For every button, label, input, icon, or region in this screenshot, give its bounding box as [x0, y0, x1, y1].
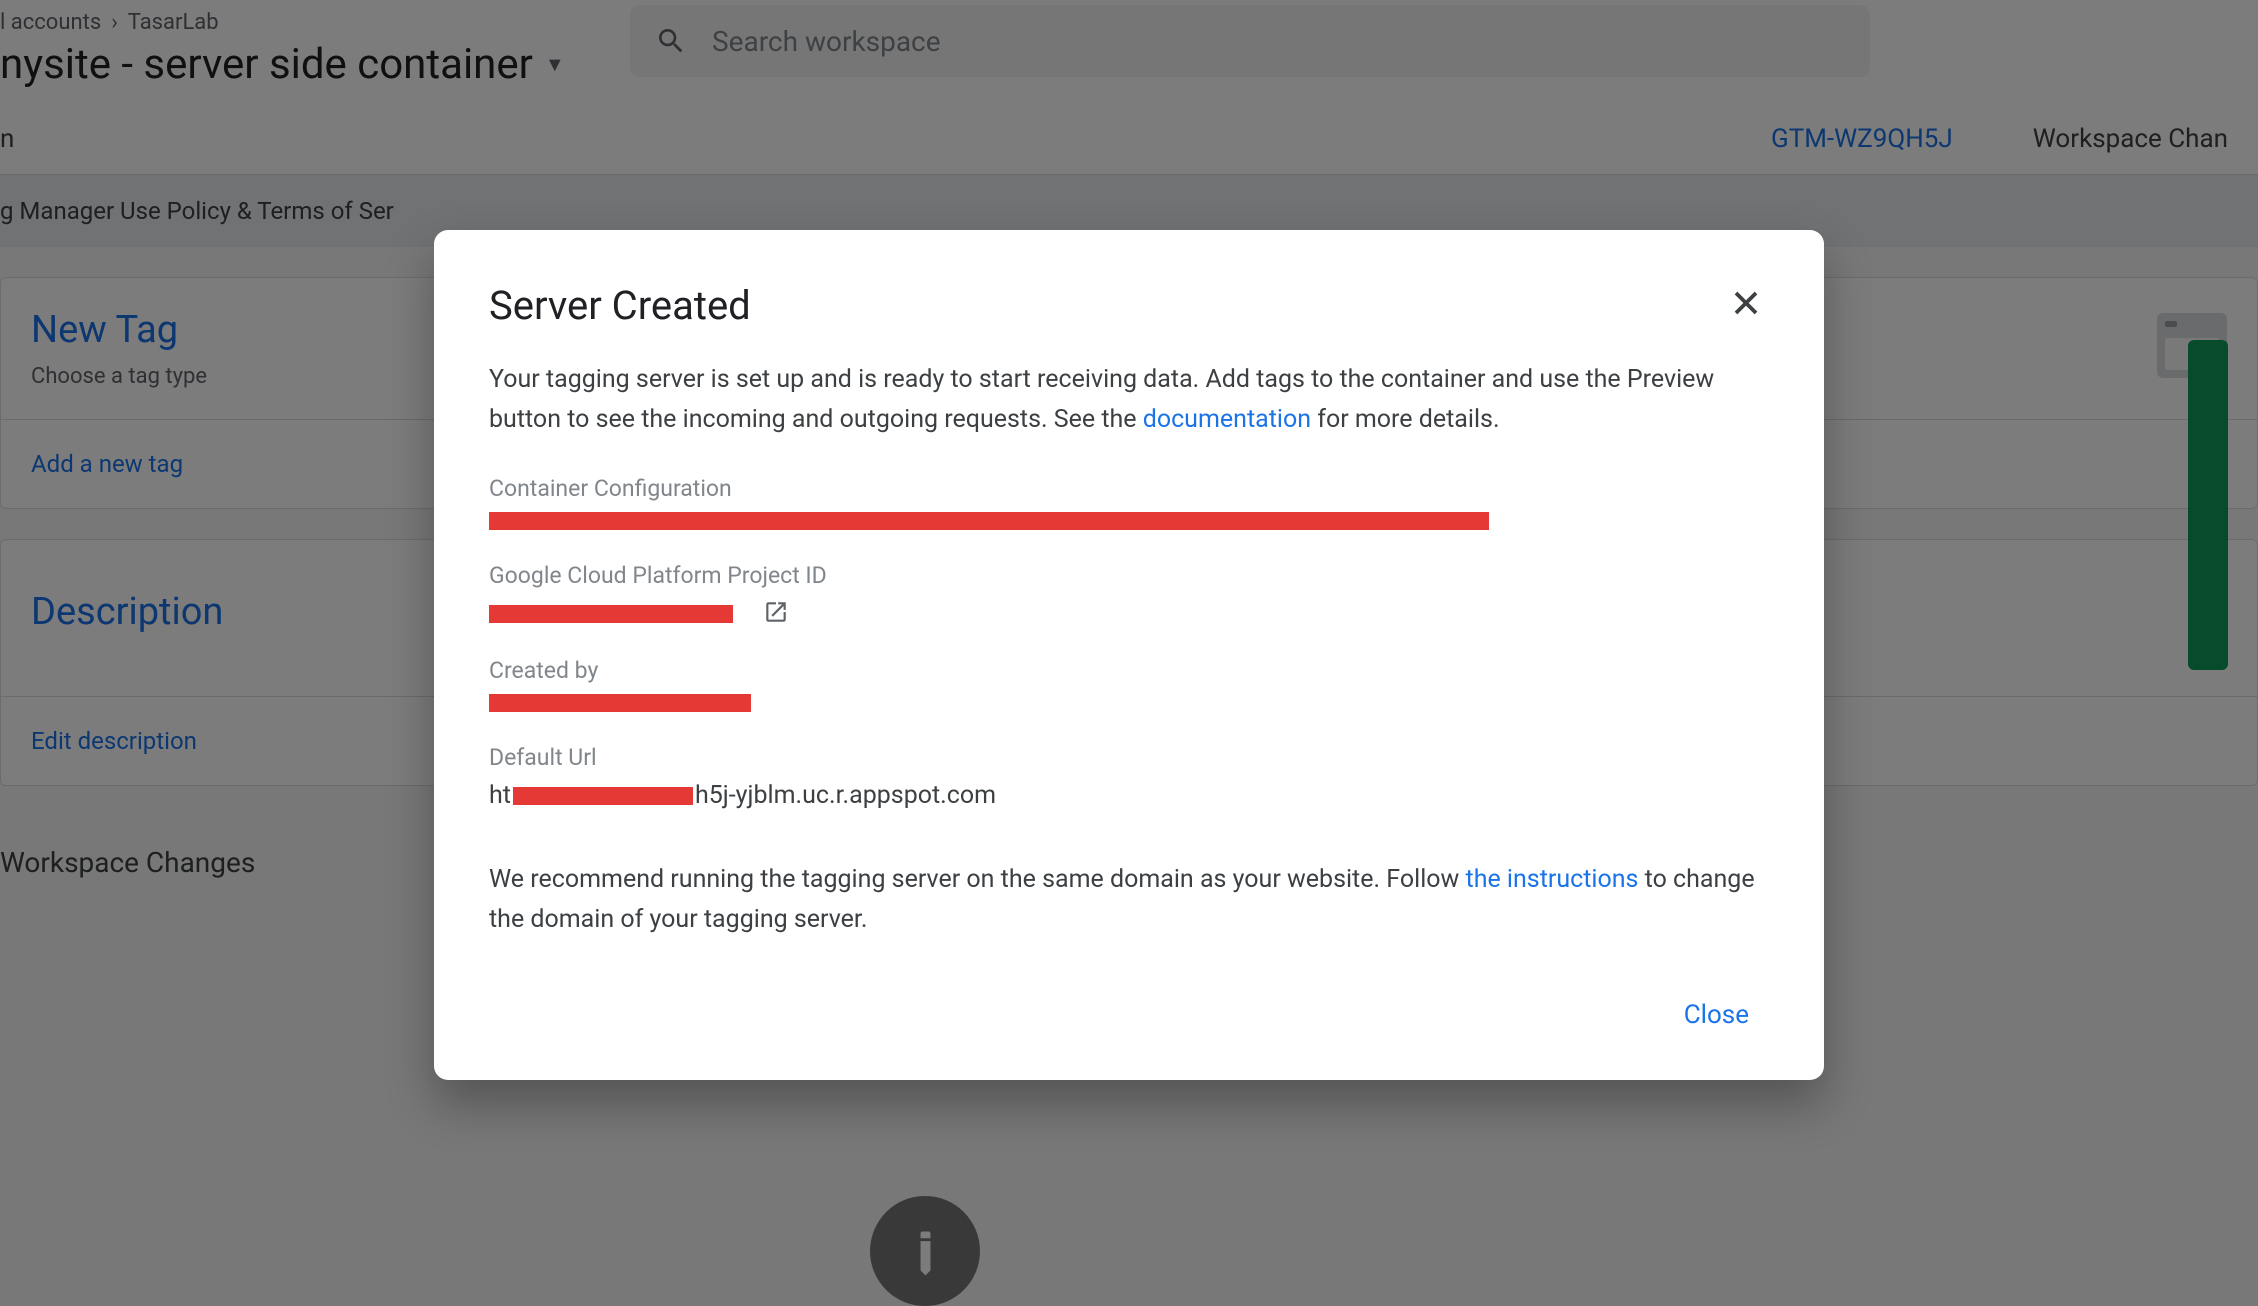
external-link-icon	[763, 599, 789, 625]
modal-description: Your tagging server is set up and is rea…	[489, 360, 1769, 440]
documentation-link[interactable]: documentation	[1143, 405, 1311, 434]
gcp-project-value-redacted	[489, 605, 733, 623]
close-icon	[1731, 288, 1761, 318]
url-redacted-portion	[513, 787, 693, 805]
gcp-project-label: Google Cloud Platform Project ID	[489, 562, 1769, 589]
container-config-value-redacted	[489, 512, 1489, 530]
default-url-value: hth5j-yjblm.uc.r.appspot.com	[489, 781, 1769, 810]
external-link-button[interactable]	[763, 599, 789, 629]
container-config-label: Container Configuration	[489, 475, 1769, 502]
server-created-modal: Server Created Your tagging server is se…	[434, 230, 1824, 1080]
modal-overlay: Server Created Your tagging server is se…	[0, 0, 2258, 1306]
recommendation-text: We recommend running the tagging server …	[489, 860, 1769, 940]
close-button[interactable]: Close	[1664, 990, 1769, 1040]
created-by-label: Created by	[489, 657, 1769, 684]
close-icon-button[interactable]	[1723, 280, 1769, 330]
created-by-value-redacted	[489, 694, 751, 712]
modal-title: Server Created	[489, 282, 751, 329]
instructions-link[interactable]: the instructions	[1466, 865, 1639, 894]
default-url-label: Default Url	[489, 744, 1769, 771]
